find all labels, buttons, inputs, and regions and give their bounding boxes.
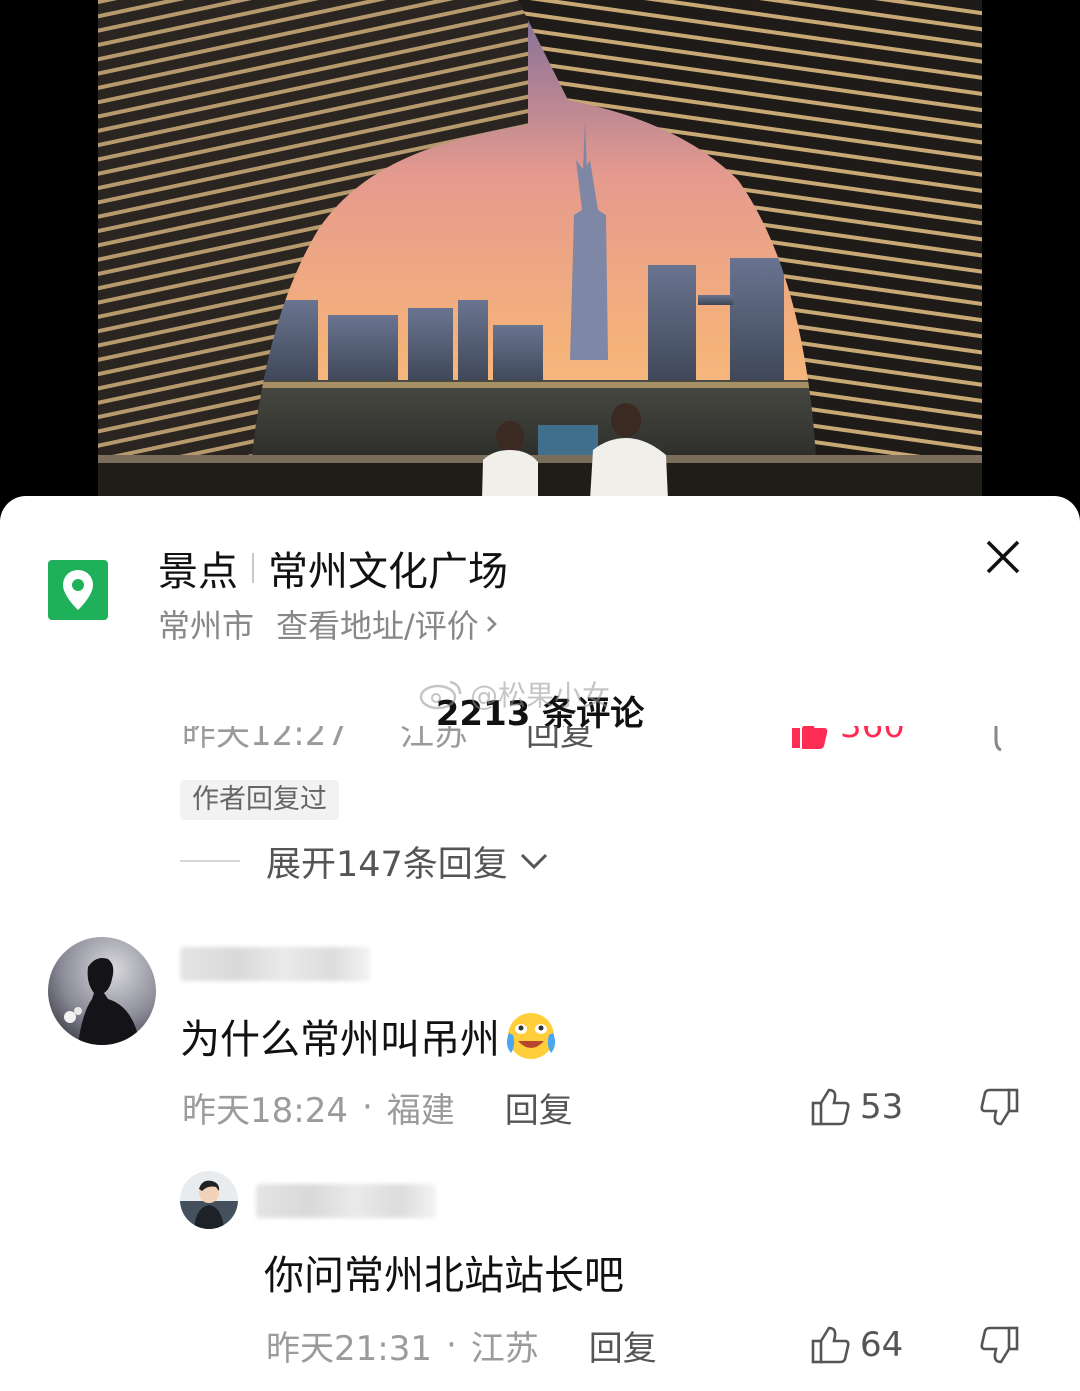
username-blurred[interactable] <box>256 1184 436 1218</box>
like-count: 53 <box>860 1087 904 1127</box>
previous-comment-meta: 昨天12:27 江苏 回复 360 <box>0 726 1080 756</box>
reply-body: 你问常州北站站长吧 <box>264 1253 624 1299</box>
video-image <box>98 0 982 500</box>
video-frame[interactable] <box>98 0 982 500</box>
close-icon[interactable] <box>982 536 1024 578</box>
comments-sheet: 景点 常州文化广场 常州市 查看地址/评价 2213 条评论 @松果小女 昨天1… <box>0 496 1080 1391</box>
thumbs-down-icon <box>994 726 1002 752</box>
expand-replies-button[interactable]: 展开147条回复 <box>180 836 550 886</box>
poi-link[interactable]: 查看地址/评价 <box>276 601 479 647</box>
crying-laughing-emoji-icon <box>506 1013 556 1059</box>
poi-subtitle[interactable]: 常州市 查看地址/评价 <box>158 602 499 646</box>
comment-location: 福建 <box>386 1090 455 1131</box>
comment-body: 为什么常州叫吊州 <box>180 1017 500 1063</box>
comment-meta: 昨天18:24 · 福建 回复 <box>182 1083 573 1132</box>
author-replied-tag: 作者回复过 <box>180 780 339 820</box>
thumbs-up-icon <box>811 1088 850 1126</box>
username-blurred[interactable] <box>180 947 370 981</box>
expand-replies-label: 展开147条回复 <box>266 844 508 885</box>
avatar[interactable] <box>48 937 156 1045</box>
watermark-text: @松果小女 <box>470 679 611 712</box>
reply-time: 昨天21:31 <box>266 1328 432 1369</box>
poi-title[interactable]: 景点 常州文化广场 <box>158 542 508 595</box>
weibo-logo-icon <box>419 680 462 710</box>
poi-category: 景点 <box>158 549 238 595</box>
reply-location: 江苏 <box>470 1328 539 1369</box>
poi-divider <box>252 553 254 583</box>
thumbs-down-icon[interactable] <box>978 1324 1020 1366</box>
comment-time: 昨天18:24 <box>182 1090 348 1131</box>
chevron-right-icon <box>486 616 497 632</box>
thumbs-up-filled-icon <box>792 726 828 749</box>
reply-text: 你问常州北站站长吧 <box>264 1242 624 1302</box>
poi-name: 常州文化广场 <box>268 549 508 595</box>
chevron-down-icon <box>520 853 547 870</box>
like-button[interactable]: 53 <box>810 1084 903 1130</box>
reply-button[interactable]: 回复 <box>505 1083 573 1132</box>
watermark: @松果小女 <box>418 674 610 714</box>
poi-city: 常州市 <box>158 607 255 645</box>
comment-text: 为什么常州叫吊州 <box>180 1006 560 1066</box>
thumbs-up-icon <box>811 1326 850 1364</box>
expand-divider <box>180 860 240 862</box>
reply-meta: 昨天21:31 · 江苏 回复 <box>266 1321 657 1370</box>
avatar[interactable] <box>180 1171 238 1229</box>
reply-button[interactable]: 回复 <box>589 1321 657 1370</box>
thumbs-down-icon[interactable] <box>978 1086 1020 1128</box>
like-button[interactable]: 64 <box>810 1322 903 1368</box>
location-pin-icon[interactable] <box>48 560 108 620</box>
like-count: 64 <box>860 1325 904 1365</box>
